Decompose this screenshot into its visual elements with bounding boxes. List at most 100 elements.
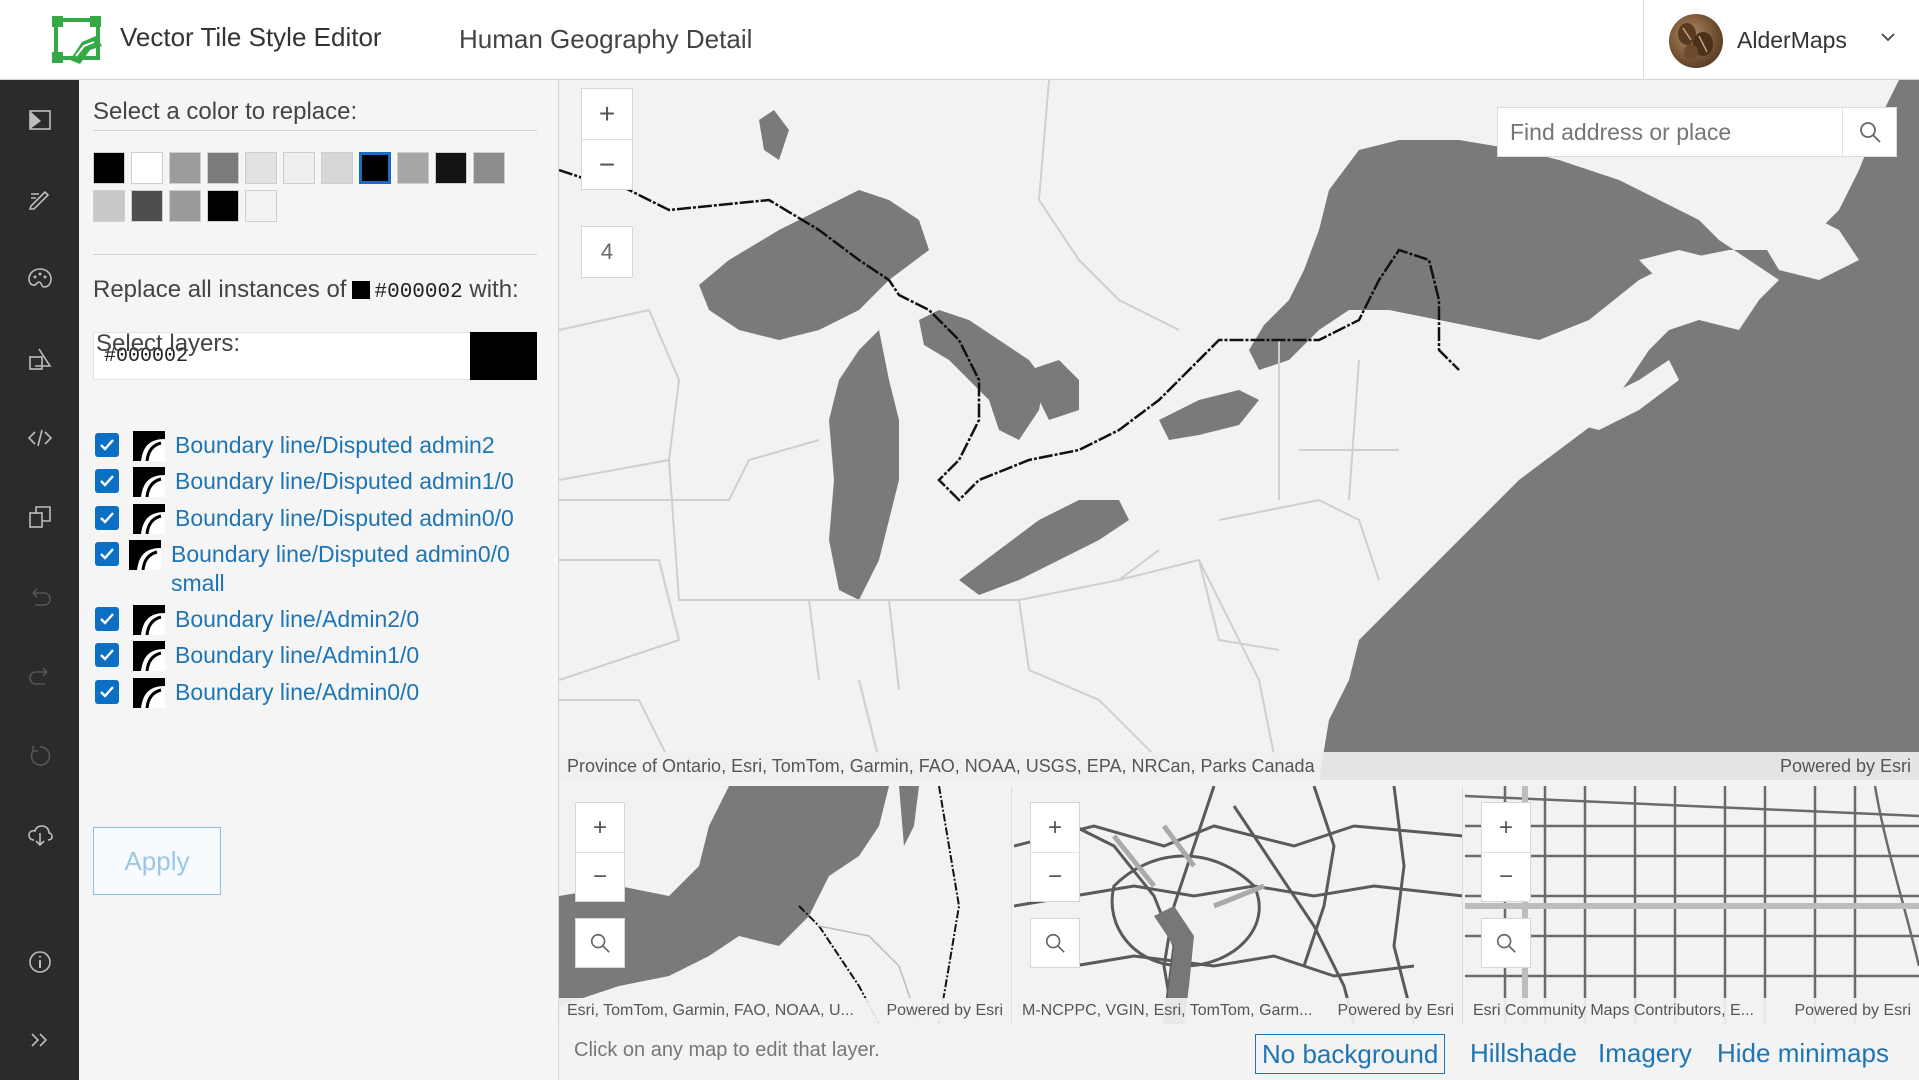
color-swatch[interactable]	[169, 152, 201, 184]
rail-redo-button[interactable]	[0, 648, 79, 704]
search-input[interactable]	[1498, 108, 1840, 156]
layer-item[interactable]: Boundary line/Admin1/0	[95, 638, 419, 674]
layer-item[interactable]: Boundary line/Admin2/0	[95, 602, 419, 638]
rail-copy-button[interactable]	[0, 489, 79, 545]
imagery-option[interactable]: Imagery	[1598, 1038, 1692, 1069]
zoom-in-button[interactable]: +	[582, 89, 632, 139]
color-swatch[interactable]	[131, 190, 163, 222]
rail-info-button[interactable]	[0, 934, 79, 990]
layer-item[interactable]: Boundary line/Disputed admin0/0	[95, 501, 514, 537]
color-swatch[interactable]	[93, 152, 125, 184]
powered-by[interactable]: Powered by Esri	[887, 998, 1004, 1024]
color-swatch[interactable]	[359, 152, 391, 184]
rail-edit-button[interactable]	[0, 171, 79, 227]
layer-label[interactable]: Boundary line/Admin0/0	[175, 675, 419, 710]
layer-label[interactable]: Boundary line/Disputed admin0/0 small	[171, 540, 510, 598]
rail-reset-button[interactable]	[0, 728, 79, 784]
layer-name[interactable]: Boundary line/Disputed admin0/0	[175, 505, 514, 531]
layer-label[interactable]: Boundary line/Admin2/0	[175, 602, 419, 637]
style-title[interactable]: Human Geography Detail	[459, 24, 752, 55]
zoom-in-button[interactable]: +	[576, 803, 624, 852]
minimap-2[interactable]: + − M-NCPPC, VGIN, Esri, TomTom, Garm...…	[1014, 786, 1463, 1024]
layer-label[interactable]: Boundary line/Disputed admin0/0	[175, 501, 514, 536]
rail-shapes-button[interactable]	[0, 331, 79, 387]
zoom-out-button[interactable]: −	[1031, 852, 1079, 901]
color-swatch[interactable]	[207, 190, 239, 222]
minimap-2-search-button[interactable]	[1030, 918, 1080, 968]
layer-name[interactable]: Boundary line/Admin0/0	[175, 679, 419, 705]
layer-checkbox[interactable]	[95, 643, 119, 667]
rail-palette-button[interactable]	[0, 251, 79, 307]
color-swatch[interactable]	[93, 190, 125, 222]
layer-name[interactable]: Boundary line/Disputed admin1/0	[175, 468, 514, 494]
color-swatch[interactable]	[473, 152, 505, 184]
powered-by[interactable]: Powered by Esri	[1780, 752, 1911, 780]
layer-name[interactable]: Boundary line/Admin1/0	[175, 642, 419, 668]
rail-download-button[interactable]	[0, 807, 79, 863]
layer-label[interactable]: Boundary line/Disputed admin2	[175, 428, 495, 463]
zoom-in-button[interactable]: +	[1482, 803, 1530, 852]
main-map[interactable]: + − 4 Province of Ontario, Esri, TomTom,…	[559, 80, 1919, 780]
zoom-out-button[interactable]: −	[576, 852, 624, 901]
hillshade-option[interactable]: Hillshade	[1470, 1038, 1577, 1069]
app-logo-icon	[52, 16, 102, 64]
divider	[93, 130, 537, 131]
layer-checkbox[interactable]	[95, 542, 119, 566]
layer-checkbox[interactable]	[95, 607, 119, 631]
color-swatch[interactable]	[283, 152, 315, 184]
minimap-3[interactable]: + − Esri Community Maps Contributors, E.…	[1465, 786, 1919, 1024]
layer-checkbox[interactable]	[95, 680, 119, 704]
replacement-color-picker[interactable]	[470, 332, 537, 380]
color-swatch[interactable]	[169, 190, 201, 222]
layer-name-continued[interactable]: small	[171, 570, 225, 596]
rail-expand-button[interactable]	[0, 1012, 79, 1068]
chevron-down-icon[interactable]	[1880, 28, 1896, 51]
color-swatch[interactable]	[397, 152, 429, 184]
line-layer-icon	[133, 641, 165, 672]
main-map-canvas[interactable]	[559, 80, 1919, 780]
avatar[interactable]	[1669, 14, 1723, 68]
layer-item[interactable]: Boundary line/Disputed admin1/0	[95, 464, 514, 500]
search-button[interactable]	[1842, 108, 1896, 156]
edit-icon	[28, 190, 49, 210]
minimap-1[interactable]: + − Esri, TomTom, Garmin, FAO, NOAA, U..…	[559, 786, 1012, 1024]
rail-undo-button[interactable]	[0, 569, 79, 625]
search-widget	[1497, 107, 1897, 157]
powered-by[interactable]: Powered by Esri	[1338, 998, 1455, 1024]
layer-item[interactable]: Boundary line/Admin0/0	[95, 675, 419, 711]
rail-code-button[interactable]	[0, 410, 79, 466]
color-swatch[interactable]	[207, 152, 239, 184]
layer-checkbox[interactable]	[95, 506, 119, 530]
layer-item[interactable]: Boundary line/Disputed admin0/0 small	[95, 537, 510, 596]
layer-name[interactable]: Boundary line/Disputed admin0/0	[171, 541, 510, 567]
color-swatch[interactable]	[131, 152, 163, 184]
zoom-out-button[interactable]: −	[1482, 852, 1530, 901]
zoom-out-button[interactable]: −	[582, 139, 632, 189]
layer-label[interactable]: Boundary line/Admin1/0	[175, 638, 419, 673]
color-swatch[interactable]	[321, 152, 353, 184]
layer-name[interactable]: Boundary line/Disputed admin2	[175, 432, 495, 458]
layer-label[interactable]: Boundary line/Disputed admin1/0	[175, 464, 514, 499]
zoom-in-button[interactable]: +	[1031, 803, 1079, 852]
minimap-1-search-button[interactable]	[575, 918, 625, 968]
powered-by[interactable]: Powered by Esri	[1795, 998, 1912, 1024]
user-menu[interactable]: AlderMaps	[1643, 0, 1919, 80]
color-swatch[interactable]	[435, 152, 467, 184]
layer-name[interactable]: Boundary line/Admin2/0	[175, 606, 419, 632]
app-header: Vector Tile Style Editor Human Geography…	[0, 0, 1919, 80]
layer-item[interactable]: Boundary line/Disputed admin2	[95, 428, 495, 464]
rail-map-button[interactable]	[0, 92, 79, 148]
color-swatch[interactable]	[245, 152, 277, 184]
palette-icon	[27, 268, 52, 288]
layer-checkbox[interactable]	[95, 433, 119, 457]
apply-button[interactable]: Apply	[93, 827, 221, 895]
layer-checkbox[interactable]	[95, 469, 119, 493]
hide-minimaps-option[interactable]: Hide minimaps	[1717, 1038, 1889, 1069]
minimap-1-canvas[interactable]	[559, 786, 1012, 1024]
minimap-2-canvas[interactable]	[1014, 786, 1463, 1024]
minimap-3-search-button[interactable]	[1481, 918, 1531, 968]
color-swatch[interactable]	[245, 190, 277, 222]
user-name[interactable]: AlderMaps	[1737, 27, 1847, 54]
no-background-option[interactable]: No background	[1255, 1034, 1446, 1074]
minimap-3-canvas[interactable]	[1465, 786, 1919, 1024]
